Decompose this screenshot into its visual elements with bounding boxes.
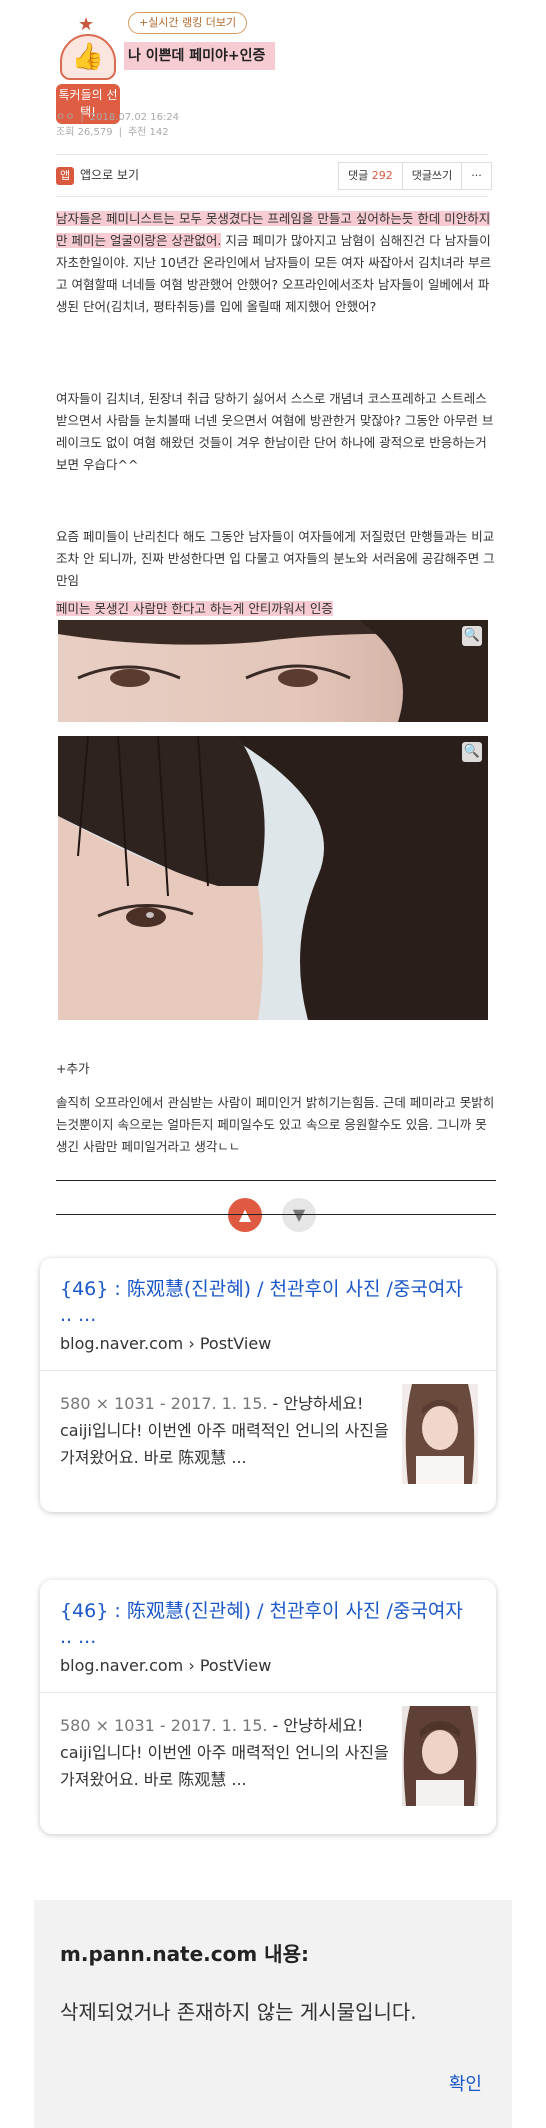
result-title-link[interactable]: {46} : 陈观慧(진관혜) / 천관후이 사진 /중국여자 .. ... xyxy=(60,1598,480,1650)
post-paragraph-1: 남자들은 페미니스트는 모두 못생겼다는 프레임을 만들고 싶어하는듯 한데 미… xyxy=(56,208,496,318)
result-url: blog.naver.com › PostView xyxy=(60,1656,272,1675)
confirm-button[interactable]: 확인 xyxy=(449,2070,482,2096)
more-button[interactable]: ··· xyxy=(462,163,491,189)
like-icon[interactable]: ▲ xyxy=(228,1198,262,1232)
comment-count: 292 xyxy=(371,169,393,182)
post-date: 2018.07.02 16:24 xyxy=(89,112,180,123)
divider xyxy=(56,1180,496,1181)
post-toolbar: 댓글 292 댓글쓰기 ··· xyxy=(338,162,492,190)
divider xyxy=(56,1214,496,1215)
thumbs-up-icon: 👍 xyxy=(60,34,116,80)
post-photo[interactable]: 🔍 xyxy=(58,736,488,1020)
divider xyxy=(40,1692,496,1693)
result-url: blog.naver.com › PostView xyxy=(60,1334,272,1353)
app-view-label: 앱으로 보기 xyxy=(80,168,140,182)
write-comment-button[interactable]: 댓글쓰기 xyxy=(403,163,463,189)
result-thumbnail[interactable] xyxy=(402,1384,478,1484)
author: ㅇㅇ xyxy=(56,112,75,123)
post-photo[interactable]: 🔍 xyxy=(58,620,488,722)
addendum-text: 솔직히 오프라인에서 관심받는 사람이 페미인거 밝히기는힘듬. 근데 페미라고… xyxy=(56,1095,495,1154)
app-icon: 앱 xyxy=(56,166,74,185)
search-result-card[interactable]: {46} : 陈观慧(진관혜) / 천관후이 사진 /중국여자 .. ... b… xyxy=(40,1258,496,1512)
proof-line: 페미는 못생긴 사람만 한다고 하는게 안티까워서 인증 xyxy=(56,601,333,616)
search-result-card[interactable]: {46} : 陈观慧(진관혜) / 천관후이 사진 /중국여자 .. ... b… xyxy=(40,1580,496,1834)
selection-badge: ★ 👍 톡커들의 선택! xyxy=(56,14,120,124)
result-date: 580 × 1031 - 2017. 1. 15. xyxy=(60,1394,268,1413)
comments-button[interactable]: 댓글 292 xyxy=(339,163,403,189)
zoom-icon[interactable]: 🔍 xyxy=(462,742,482,762)
ranking-more-button[interactable]: +실시간 랭킹 더보기 xyxy=(128,12,248,34)
result-snippet: 580 × 1031 - 2017. 1. 15. - 안냥하세요! caiji… xyxy=(60,1716,389,1789)
divider xyxy=(56,196,488,197)
result-title-link[interactable]: {46} : 陈观慧(진관혜) / 천관후이 사진 /중국여자 .. ... xyxy=(60,1276,480,1328)
recommend-count: 추천 142 xyxy=(127,127,169,138)
post-meta: ㅇㅇ | 2018.07.02 16:24 조회 26,579 | 추천 142 xyxy=(56,112,180,138)
app-view-link[interactable]: 앱 앱으로 보기 xyxy=(56,164,139,186)
divider xyxy=(40,1370,496,1371)
post-paragraph-3: 요즘 페미들이 난리친다 해도 그동안 남자들이 여자들에게 저질렀던 만행들과… xyxy=(56,529,495,588)
alert-dialog: m.pann.nate.com 내용: 삭제되었거나 존재하지 않는 게시물입니… xyxy=(34,1900,512,2128)
dialog-message: 삭제되었거나 존재하지 않는 게시물입니다. xyxy=(60,2000,417,2024)
dialog-title: m.pann.nate.com 내용: xyxy=(60,1942,309,1966)
post-paragraph-2: 여자들이 김치녀, 된장녀 취급 당하기 싫어서 스스로 개념녀 코스프레하고 … xyxy=(56,391,494,472)
dislike-icon[interactable]: ▼ xyxy=(282,1198,316,1232)
star-icon: ★ xyxy=(78,14,95,35)
result-snippet: 580 × 1031 - 2017. 1. 15. - 안냥하세요! caiji… xyxy=(60,1394,389,1467)
post-title: 나 이쁜데 페미야+인증 xyxy=(124,42,276,70)
photo-face xyxy=(58,736,488,1020)
result-date: 580 × 1031 - 2017. 1. 15. xyxy=(60,1716,268,1735)
zoom-icon[interactable]: 🔍 xyxy=(462,626,482,646)
photo-eyes xyxy=(58,620,488,722)
view-count: 조회 26,579 xyxy=(56,127,113,138)
addendum-label: +추가 xyxy=(56,1061,90,1076)
result-thumbnail[interactable] xyxy=(402,1706,478,1806)
divider xyxy=(56,154,488,155)
